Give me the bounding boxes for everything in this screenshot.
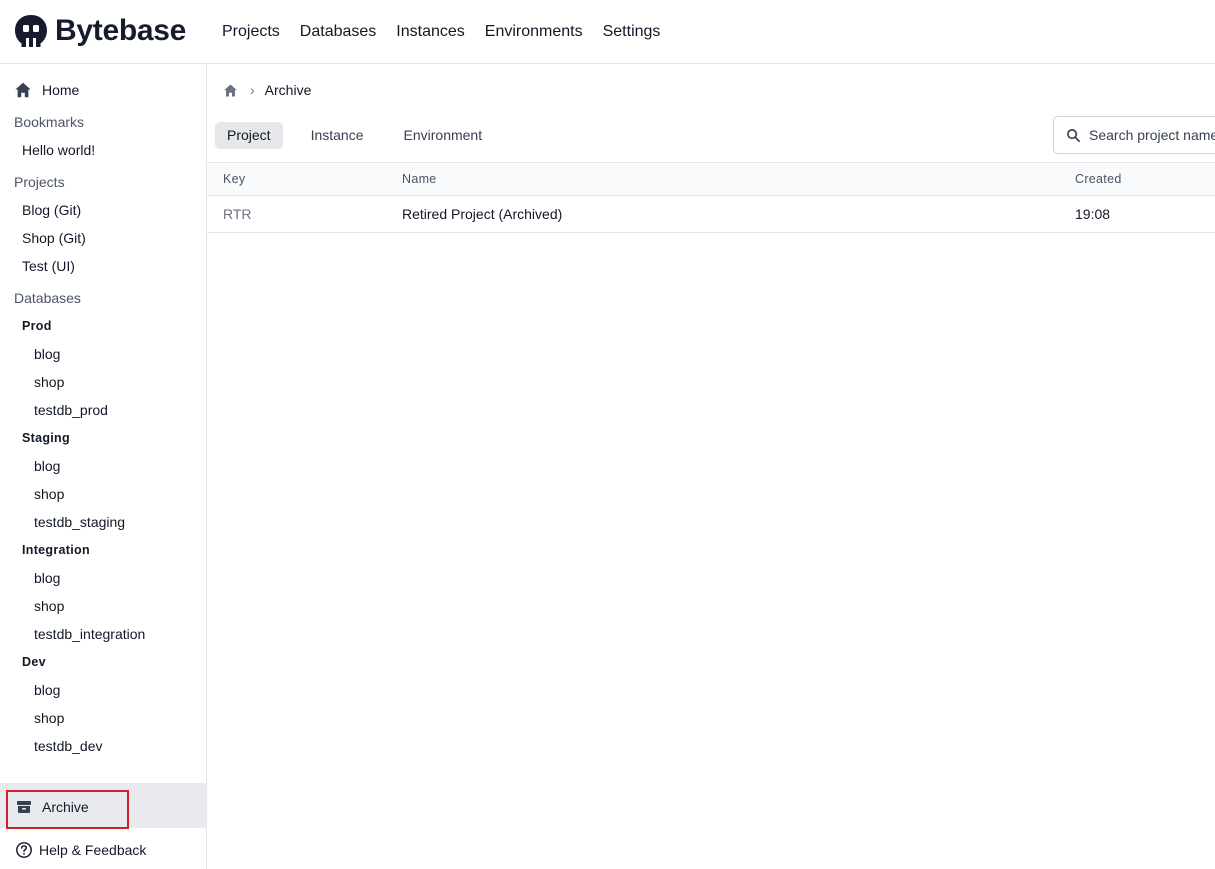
sidebar-item-help[interactable]: Help & Feedback (15, 841, 146, 859)
sidebar-item-home[interactable]: Home (14, 81, 79, 99)
sidebar-item-database[interactable]: shop (34, 709, 64, 727)
sidebar: Home Bookmarks Hello world! Projects Blo… (0, 64, 207, 869)
sidebar-env-group: Dev (22, 655, 46, 669)
topnav-instances[interactable]: Instances (396, 23, 464, 41)
search-input[interactable] (1089, 127, 1215, 143)
sidebar-item-project[interactable]: Blog (Git) (22, 201, 81, 219)
sidebar-help-label: Help & Feedback (39, 842, 147, 858)
sidebar-env-group: Integration (22, 543, 90, 557)
column-header-name: Name (402, 172, 437, 186)
home-icon (15, 82, 31, 98)
table-header: Key Name Created (207, 162, 1215, 196)
sidebar-item-database[interactable]: blog (34, 457, 60, 475)
tab-project[interactable]: Project (215, 122, 283, 149)
archive-item-content: Archive (16, 799, 89, 815)
archive-tabs: Project Instance Environment (215, 122, 498, 149)
main-content: › Archive Project Instance Environment K… (207, 64, 1215, 869)
bytebase-logo-icon (15, 15, 47, 47)
sidebar-section-bookmarks: Bookmarks (14, 114, 85, 130)
breadcrumb-home-icon[interactable] (223, 83, 238, 98)
sidebar-item-archive[interactable]: Archive (0, 783, 206, 829)
sidebar-item-database[interactable]: shop (34, 597, 64, 615)
breadcrumb-current: Archive (264, 82, 312, 98)
sidebar-item-database[interactable]: blog (34, 569, 60, 587)
chevron-right-icon: › (250, 82, 255, 98)
sidebar-item-project[interactable]: Shop (Git) (22, 229, 86, 247)
sidebar-env-group: Prod (22, 319, 52, 333)
sidebar-section-projects: Projects (14, 174, 65, 190)
topnav-projects[interactable]: Projects (222, 23, 280, 41)
sidebar-item-database[interactable]: testdb_staging (34, 513, 125, 531)
sidebar-item-database[interactable]: blog (34, 681, 60, 699)
column-header-key: Key (223, 172, 246, 186)
topnav-environments[interactable]: Environments (485, 23, 583, 41)
sidebar-item-database[interactable]: blog (34, 345, 60, 363)
sidebar-item-database[interactable]: shop (34, 485, 64, 503)
topnav-settings[interactable]: Settings (603, 23, 661, 41)
tab-instance[interactable]: Instance (299, 122, 376, 149)
search-box (1053, 116, 1215, 154)
sidebar-item-database[interactable]: testdb_integration (34, 625, 145, 643)
sidebar-home-label: Home (42, 82, 80, 98)
sidebar-item-project[interactable]: Test (UI) (22, 257, 75, 275)
top-nav: Projects Databases Instances Environment… (222, 0, 680, 64)
sidebar-item-database[interactable]: testdb_dev (34, 737, 103, 755)
sidebar-archive-label: Archive (42, 799, 89, 815)
cell-name: Retired Project (Archived) (402, 206, 563, 222)
help-circle-icon (16, 842, 32, 858)
cell-created: 19:08 (1075, 206, 1111, 222)
archived-projects-table: Key Name Created RTR Retired Project (Ar… (207, 162, 1215, 233)
logo[interactable]: Bytebase (14, 14, 186, 48)
breadcrumb: › Archive (223, 81, 311, 99)
sidebar-item-database[interactable]: testdb_prod (34, 401, 108, 419)
column-header-created: Created (1075, 172, 1122, 186)
tab-environment[interactable]: Environment (392, 122, 495, 149)
cell-key: RTR (223, 206, 252, 222)
brand-name: Bytebase (55, 14, 187, 47)
archive-box-icon (17, 801, 31, 813)
sidebar-env-group: Staging (22, 431, 70, 445)
topnav-databases[interactable]: Databases (300, 23, 377, 41)
sidebar-item-database[interactable]: shop (34, 373, 64, 391)
table-row[interactable]: RTR Retired Project (Archived) 19:08 (207, 196, 1215, 233)
search-icon (1067, 128, 1080, 142)
sidebar-section-databases: Databases (14, 290, 81, 306)
sidebar-item-bookmark[interactable]: Hello world! (22, 141, 95, 159)
top-bar: Bytebase Projects Databases Instances En… (0, 0, 1215, 64)
